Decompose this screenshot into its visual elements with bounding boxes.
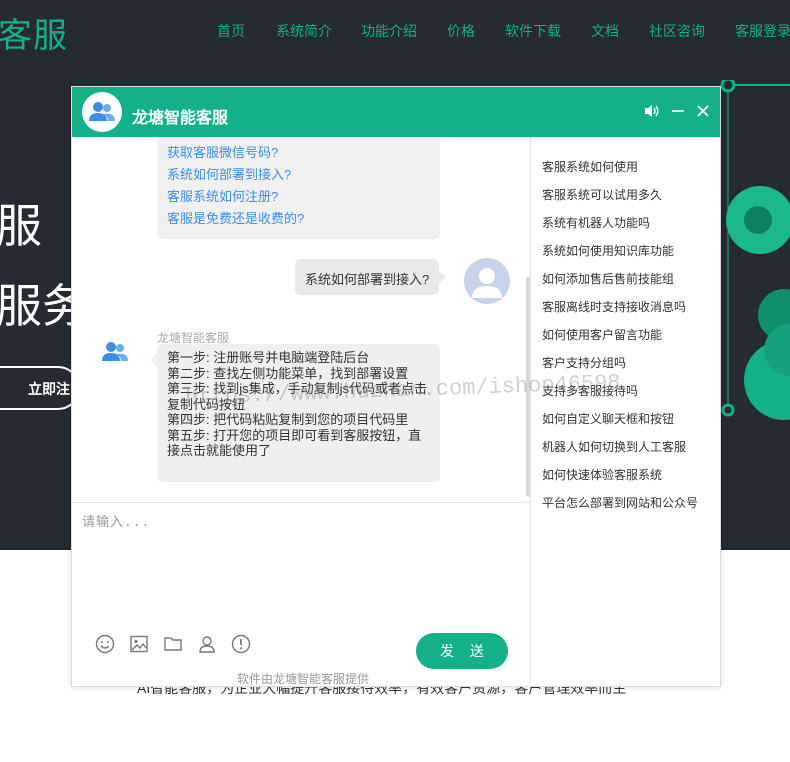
hero-headline-1: 服 [0,200,42,252]
message-scrollbar[interactable] [526,277,530,497]
bot-message-line: 第三步: 找到js集成，手动复制js代码或者点击复制代码按钮 [167,381,428,412]
chat-header[interactable]: 龙塘智能客服 [72,87,720,137]
bot-avatar [100,337,130,367]
service-avatar [82,92,122,132]
nav-intro[interactable]: 系统简介 [276,21,332,41]
message-area[interactable]: 获取客服微信号码? 系统如何部署到接入? 客服系统如何注册? 客服是免费还是收费… [72,137,531,502]
bot-message-line: 第四步: 把代码粘贴复制到您的项目代码里 [167,412,409,427]
faq-link[interactable]: 获取客服微信号码? [167,142,430,164]
question-item[interactable]: 如何自定义聊天框和按钮 [532,405,720,433]
question-item[interactable]: 平台怎么部署到网站和公众号 [532,489,720,517]
question-item[interactable]: 系统有机器人功能吗 [532,209,720,237]
question-item[interactable]: 客服系统可以试用多久 [532,181,720,209]
user-icon [472,268,502,298]
bot-message-line: 第五步: 打开您的项目即可看到客服按钮，直接点击就能使用了 [167,427,422,459]
users-icon [89,102,115,121]
question-item[interactable]: 如何使用客户留言功能 [532,321,720,349]
faq-link[interactable]: 客服是免费还是收费的? [167,208,430,230]
nav-download[interactable]: 软件下载 [505,21,561,41]
user-avatar [464,258,510,304]
input-area: 发 送 软件由龙塘智能客服提供 [72,502,531,687]
bot-message-line: 第二步: 查找左侧功能菜单，找到部署设置 [167,365,409,381]
chat-window: 龙塘智能客服 获取客服微信号码? 系统如何部署到接入? 客服系统如何注册? 客服… [71,86,721,687]
emoji-icon[interactable] [94,633,116,655]
question-list: 客服系统如何使用 客服系统可以试用多久 系统有机器人功能吗 系统如何使用知识库功… [532,137,720,687]
faq-link[interactable]: 系统如何部署到接入? [167,164,430,186]
image-icon[interactable] [128,633,150,655]
chat-title: 龙塘智能客服 [132,110,229,127]
message-input[interactable] [82,511,522,611]
alert-icon[interactable] [230,633,252,655]
question-item[interactable]: 客服离线时支持接收消息吗 [532,293,720,321]
nav-home[interactable]: 首页 [217,21,245,41]
nav-docs[interactable]: 文档 [591,21,619,41]
hero-register-button[interactable]: 立即注 [0,366,80,410]
question-item[interactable]: 如何添加售后售前技能组 [532,265,720,293]
users-icon [102,342,128,361]
minimize-icon[interactable] [668,101,688,121]
powered-by-text: 软件由龙塘智能客服提供 [237,672,370,686]
bot-message: 第一步: 注册账号并电脑端登陆后台 第二步: 查找左侧功能菜单，找到部署设置 第… [150,344,440,482]
send-button[interactable]: 发 送 [416,633,508,669]
top-navigation: 客服 首页 系统简介 功能介绍 价格 软件下载 文档 社区咨询 客服登录 [0,0,790,62]
user-message: 系统如何部署到接入? [295,259,447,295]
nav-features[interactable]: 功能介绍 [361,21,417,41]
question-item[interactable]: 系统如何使用知识库功能 [532,237,720,265]
question-item[interactable]: 客服系统如何使用 [532,153,720,181]
nav-login[interactable]: 客服登录 [735,21,790,41]
question-item[interactable]: 机器人如何切换到人工客服 [532,433,720,461]
sound-icon[interactable] [642,101,662,121]
contact-icon[interactable] [196,633,218,655]
folder-icon[interactable] [162,633,184,655]
bot-message-line: 第一步: 注册账号并电脑端登陆后台 [167,350,370,365]
question-item[interactable]: 支持多客服接待吗 [532,377,720,405]
nav-community[interactable]: 社区咨询 [649,21,705,41]
hero-illustration [720,80,790,420]
nav-pricing[interactable]: 价格 [447,21,475,41]
close-icon[interactable] [693,101,713,121]
faq-bubble: 获取客服微信号码? 系统如何部署到接入? 客服系统如何注册? 客服是免费还是收费… [157,137,440,239]
faq-link[interactable]: 客服系统如何注册? [167,186,430,208]
question-item[interactable]: 客户支持分组吗 [532,349,720,377]
question-item[interactable]: 如何快速体验客服系统 [532,461,720,489]
site-logo[interactable]: 客服 [0,8,68,57]
